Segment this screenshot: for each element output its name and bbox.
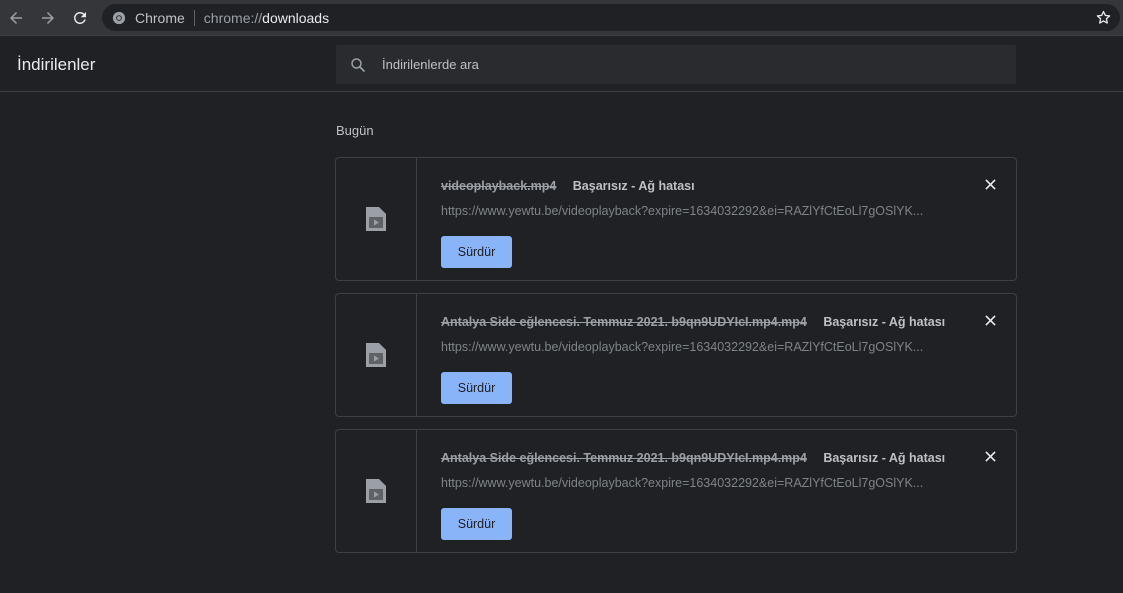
name-row: Antalya Side eğlencesi. Temmuz 2021. b9q… — [441, 313, 945, 331]
resume-button[interactable]: Sürdür — [441, 372, 512, 404]
remove-button[interactable] — [982, 448, 998, 464]
download-status: Başarısız - Ağ hatası — [823, 315, 946, 329]
source-url[interactable]: https://www.yewtu.be/videoplayback?expir… — [441, 340, 941, 354]
download-item: videoplayback.mp4 Başarısız - Ağ hatası … — [335, 157, 1017, 281]
video-file-icon — [366, 207, 386, 231]
reload-icon — [73, 11, 86, 24]
download-item: Antalya Side eğlencesi. Temmuz 2021. b9q… — [335, 429, 1017, 553]
name-row: Antalya Side eğlencesi. Temmuz 2021. b9q… — [441, 449, 945, 467]
chrome-logo-icon — [112, 11, 126, 24]
url-scheme: chrome:// — [203, 9, 263, 26]
address-bar[interactable]: Chrome chrome:// downloads — [102, 4, 1120, 31]
forward-arrow-icon — [42, 11, 54, 24]
reload-button[interactable] — [64, 0, 96, 35]
omnibox-divider — [193, 9, 195, 26]
browser-toolbar: Chrome chrome:// downloads — [0, 0, 1123, 35]
download-status: Başarısız - Ağ hatası — [572, 179, 695, 193]
resume-button[interactable]: Sürdür — [441, 236, 512, 268]
source-url[interactable]: https://www.yewtu.be/videoplayback?expir… — [441, 204, 941, 218]
file-name-link[interactable]: videoplayback.mp4 — [441, 179, 556, 193]
video-file-icon — [366, 479, 386, 503]
url-host: downloads — [262, 9, 330, 26]
search-input[interactable] — [382, 57, 982, 72]
star-icon[interactable] — [1095, 9, 1112, 26]
resume-button[interactable]: Sürdür — [441, 508, 512, 540]
forward-button[interactable] — [32, 0, 64, 35]
file-icon-column — [336, 430, 417, 552]
file-name-link[interactable]: Antalya Side eğlencesi. Temmuz 2021. b9q… — [441, 315, 807, 329]
remove-button[interactable] — [982, 312, 998, 328]
file-icon-column — [336, 158, 417, 280]
close-icon — [984, 178, 996, 190]
downloads-header: İndirilenler — [0, 35, 1123, 92]
close-icon — [984, 450, 996, 462]
back-arrow-icon — [10, 11, 22, 24]
source-url[interactable]: https://www.yewtu.be/videoplayback?expir… — [441, 476, 941, 490]
file-icon-column — [336, 294, 417, 416]
download-item: Antalya Side eğlencesi. Temmuz 2021. b9q… — [335, 293, 1017, 417]
name-row: videoplayback.mp4 Başarısız - Ağ hatası — [441, 177, 695, 195]
video-file-icon — [366, 343, 386, 367]
file-name-link[interactable]: Antalya Side eğlencesi. Temmuz 2021. b9q… — [441, 451, 807, 465]
page-title: İndirilenler — [17, 55, 96, 74]
download-status: Başarısız - Ağ hatası — [823, 451, 946, 465]
close-icon — [984, 314, 996, 326]
site-chip-label: Chrome — [135, 9, 185, 26]
back-button[interactable] — [0, 0, 32, 35]
search-box[interactable] — [336, 45, 1016, 84]
search-icon[interactable] — [349, 56, 367, 74]
section-label-today: Bugün — [336, 123, 374, 138]
remove-button[interactable] — [982, 176, 998, 192]
